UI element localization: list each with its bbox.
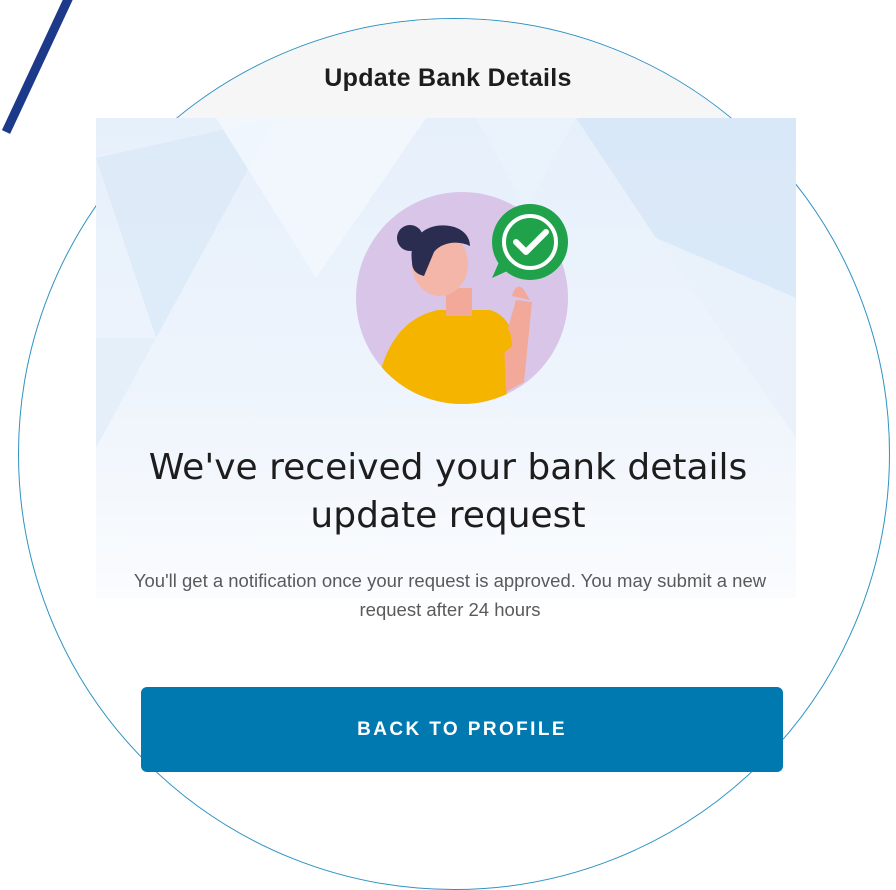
woman-thumbs-up-icon bbox=[356, 192, 568, 404]
confirmation-headline: We've received your bank details update … bbox=[148, 447, 748, 536]
confirmation-message: You'll get a notification once your requ… bbox=[133, 570, 767, 620]
screen: Update Bank Details We've received your … bbox=[0, 0, 896, 890]
back-to-profile-button[interactable]: BACK TO PROFILE bbox=[141, 687, 783, 772]
page-title: Update Bank Details bbox=[324, 64, 572, 92]
